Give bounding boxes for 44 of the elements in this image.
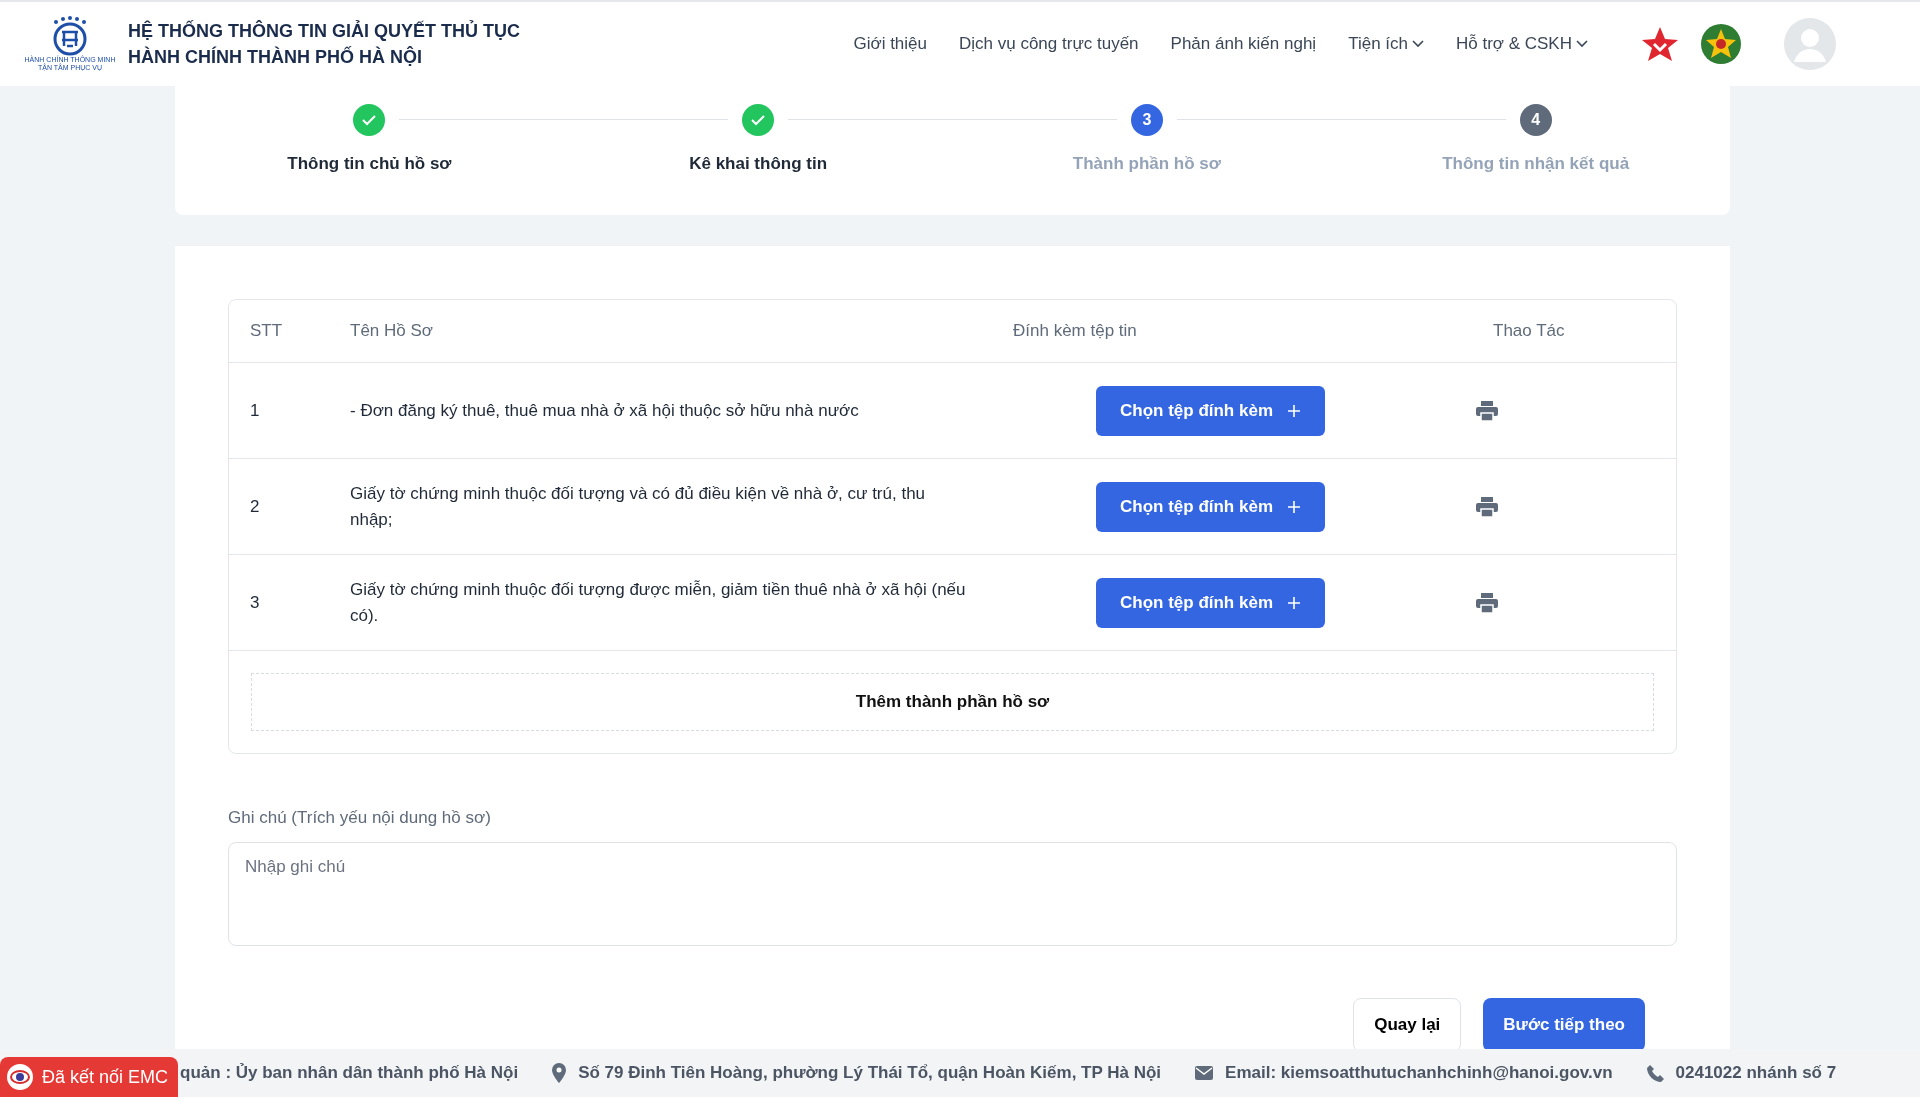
nav-link[interactable]: Phản ánh kiến nghị — [1170, 34, 1317, 54]
step-indicator: 4 — [1519, 104, 1552, 136]
back-button[interactable]: Quay lại — [1353, 998, 1462, 1052]
attach-file-button[interactable]: Chọn tệp đính kèm — [1096, 577, 1325, 628]
note-input-field[interactable]: Nhập ghi chú — [228, 842, 1677, 946]
table-cell-text: 3 — [249, 592, 261, 613]
location-pin-icon — [552, 1063, 567, 1083]
footer-text: quản : Ủy ban nhân dân thành phố Hà Nội — [180, 1063, 519, 1083]
table-cell-text: - Đơn đăng ký thuê, thuê mua nhà ở xã hội thuộc sở hữu nhà nước — [350, 399, 860, 422]
site-title: HỆ THỐNG THÔNG TIN GIẢI QUYẾT THỦ TỤC — [128, 19, 520, 43]
table-cell-text: Giấy tờ chứng minh thuộc đối tượng được miễn, giảm tiền thuê nhà ở xã hội (nếu có). — [350, 578, 967, 627]
step-label[interactable]: Kê khai thông tin — [689, 154, 828, 174]
footer-text: Email: kiemsoatthutuchanhchinh@hanoi.gov.vn — [1225, 1063, 1613, 1083]
nav-link[interactable]: Giới thiệu — [853, 34, 927, 54]
nav-link[interactable]: Dịch vụ công trực tuyến — [959, 34, 1139, 54]
envelope-icon — [1195, 1066, 1214, 1080]
column-header: Thao Tác — [1492, 321, 1566, 341]
attach-file-button[interactable]: Chọn tệp đính kèm — [1096, 481, 1325, 532]
column-header: Đính kèm tệp tin — [1012, 321, 1138, 341]
table-cell-text: 2 — [249, 496, 261, 517]
table-cell-text: 1 — [249, 400, 261, 421]
plus-icon — [1287, 403, 1301, 418]
emc-status-badge[interactable]: Đã kết nối EMC — [0, 1057, 179, 1097]
plus-icon — [1287, 499, 1301, 514]
nav-link[interactable]: Hỗ trợ & CSKH — [1456, 34, 1588, 54]
print-icon[interactable] — [1476, 592, 1498, 613]
phone-icon — [1646, 1064, 1664, 1082]
note-label: Ghi chú (Trích yếu nội dung hồ sơ) — [228, 808, 492, 828]
emblem-logo-icon[interactable] — [1700, 23, 1742, 65]
print-icon[interactable] — [1476, 496, 1498, 517]
attach-file-button[interactable]: Chọn tệp đính kèm — [1096, 385, 1325, 436]
next-step-button[interactable]: Bước tiếp theo — [1483, 998, 1645, 1052]
step-label[interactable]: Thông tin chủ hồ sơ — [287, 154, 452, 174]
table-cell-text: Giấy tờ chứng minh thuộc đối tượng và có đủ điều kiện về nhà ở, cư trú, thu nhập; — [350, 482, 927, 531]
footer-text: 0241022 nhánh số 7 — [1675, 1063, 1837, 1083]
add-component-button[interactable]: Thêm thành phần hồ sơ — [251, 673, 1654, 731]
print-icon[interactable] — [1476, 400, 1498, 421]
step-indicator: 3 — [1130, 104, 1163, 136]
footer-text: Số 79 Đinh Tiên Hoàng, phường Lý Thái Tổ, quận Hoàn Kiếm, TP Hà Nội — [578, 1063, 1162, 1083]
column-header: STT — [249, 321, 284, 341]
column-header: Tên Hồ Sơ — [350, 320, 434, 342]
plus-icon — [1287, 595, 1301, 610]
site-title: HÀNH CHÍNH THÀNH PHỐ HÀ NỘI — [128, 45, 423, 69]
nav-link[interactable]: Tiện ích — [1348, 34, 1424, 54]
